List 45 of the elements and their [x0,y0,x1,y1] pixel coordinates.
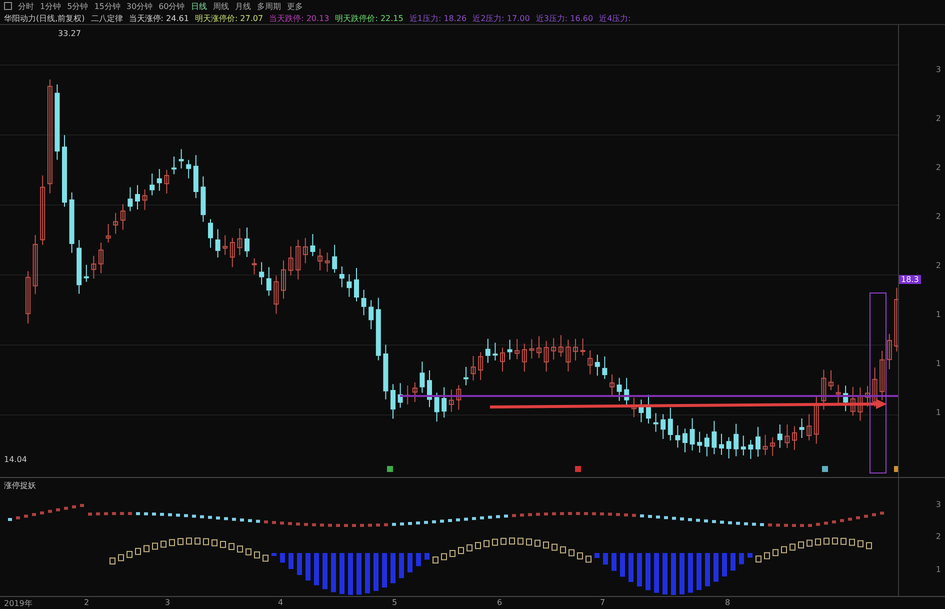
indicator-value: 近4压力: [599,12,631,24]
axis-label: 3 [936,500,941,509]
date-label: 2 [84,598,90,607]
date-label: 8 [725,598,730,607]
period-tab[interactable]: 日线 [190,0,207,12]
period-tab[interactable]: 多周期 [256,0,281,12]
date-label: 7 [600,598,606,607]
axis-label: 2 [936,163,941,172]
period-tab[interactable]: 分时 [18,0,34,12]
period-tab[interactable]: 5分钟 [67,0,88,12]
date-label: 3 [165,598,170,607]
indicator-value: 明天跌停价: 22.15 [335,12,404,24]
axis-label: 1 [936,310,941,319]
axis-label: 2 [936,114,941,123]
indicator-value: 近2压力: 17.00 [472,12,530,24]
chart-icon[interactable] [4,2,12,10]
axis-label: 1 [936,408,941,417]
period-tab[interactable]: 1分钟 [40,0,62,12]
axis-label: 1 [936,359,941,368]
high-price-label: 33.27 [58,29,81,38]
axis-label: 2 [936,212,941,221]
indicator-title: 涨停捉妖 [4,480,36,491]
period-tab[interactable]: 周线 [212,0,229,12]
low-price-label: 14.04 [4,455,27,464]
axis-label: 2 [936,261,941,270]
period-tab[interactable]: 15分钟 [94,0,120,12]
indicator-value: 近3压力: 16.60 [536,12,594,24]
period-tab[interactable]: 60分钟 [158,0,185,12]
axis-label: 2 [936,532,941,542]
date-label: 5 [392,598,398,607]
price-tag: 18.3 [899,275,921,284]
date-label: 6 [497,598,502,607]
indicator-value: 当天涨停: 24.61 [128,12,189,24]
indicator-value: 明天涨停价: 27.07 [194,12,264,24]
indicator-value: 当天跌停: 20.13 [269,12,330,24]
indicator-value: 近1压力: 18.26 [409,12,467,24]
date-label: 2019年 [4,598,32,609]
date-label: 4 [278,598,284,607]
period-tab[interactable]: 月线 [234,0,251,12]
stock-title: 华阳动力(日线,前复权) [4,12,85,24]
axis-label: 3 [936,65,941,74]
indicator-name: 二八定律 [90,12,123,24]
period-tab[interactable]: 更多 [286,0,303,12]
period-tab[interactable]: 30分钟 [126,0,153,12]
axis-label: 1 [936,565,941,574]
